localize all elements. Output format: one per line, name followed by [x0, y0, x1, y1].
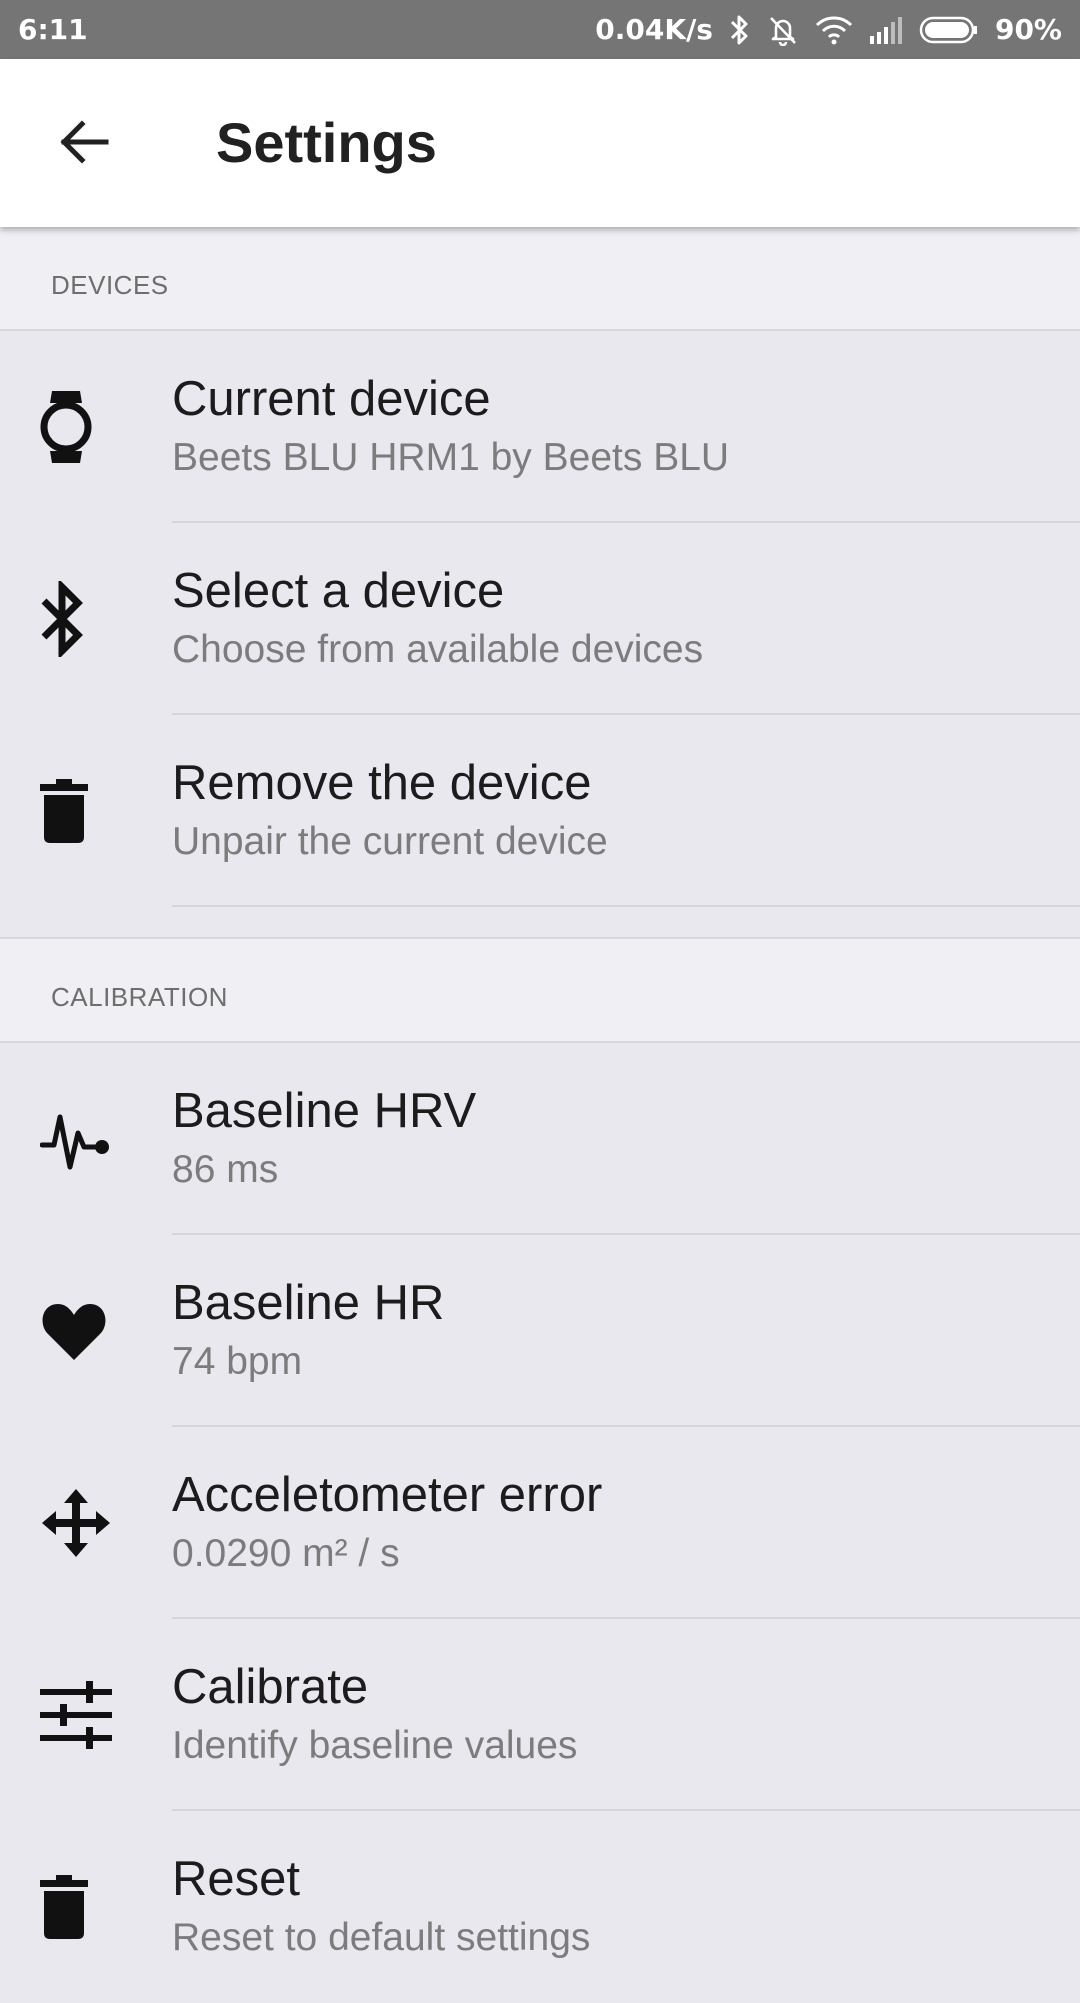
setting-remove-device[interactable]: Remove the device Unpair the current dev… — [0, 715, 1080, 907]
setting-reset[interactable]: Reset Reset to default settings — [0, 1811, 1080, 2003]
section-header-calibration: CALIBRATION — [0, 939, 1080, 1043]
settings-list: DEVICES Current device Beets BLU HRM1 by… — [0, 227, 1080, 2003]
setting-calibrate[interactable]: Calibrate Identify baseline values — [0, 1619, 1080, 1811]
setting-label: Baseline HR — [172, 1276, 445, 1330]
status-time: 6:11 — [18, 13, 88, 46]
setting-current-device[interactable]: Current device Beets BLU HRM1 by Beets B… — [0, 331, 1080, 523]
page-title: Settings — [216, 111, 437, 174]
status-bar: 6:11 0.04K/s 90% — [0, 0, 1080, 59]
wifi-icon — [815, 15, 853, 45]
setting-label: Calibrate — [172, 1660, 369, 1714]
setting-summary: 0.0290 m² / s — [172, 1532, 400, 1575]
setting-label: Remove the device — [172, 756, 592, 810]
pulse-icon — [40, 1099, 120, 1179]
bluetooth-icon — [40, 579, 120, 659]
setting-accelerometer-error[interactable]: Acceletometer error 0.0290 m² / s — [0, 1427, 1080, 1619]
app-bar: Settings — [0, 59, 1080, 227]
divider — [172, 905, 1080, 907]
trash-icon — [40, 771, 120, 851]
setting-summary: 74 bpm — [172, 1340, 303, 1383]
setting-summary: Unpair the current device — [172, 820, 608, 863]
section-header-devices: DEVICES — [0, 227, 1080, 331]
status-icons: 0.04K/s 90% — [595, 13, 1062, 46]
trash-icon — [40, 1867, 120, 1947]
setting-summary: Beets BLU HRM1 by Beets BLU — [172, 436, 730, 479]
setting-summary: Identify baseline values — [172, 1724, 578, 1767]
setting-label: Reset — [172, 1852, 301, 1906]
setting-summary: Reset to default settings — [172, 1916, 591, 1959]
bell-off-icon — [767, 14, 799, 46]
setting-baseline-hrv[interactable]: Baseline HRV 86 ms — [0, 1043, 1080, 1235]
battery-percent: 90% — [994, 13, 1062, 46]
setting-label: Select a device — [172, 564, 505, 618]
setting-label: Acceletometer error — [172, 1468, 603, 1522]
network-speed: 0.04K/s — [595, 13, 713, 46]
move-arrows-icon — [40, 1483, 120, 1563]
setting-select-device[interactable]: Select a device Choose from available de… — [0, 523, 1080, 715]
back-button[interactable] — [40, 101, 126, 187]
setting-baseline-hr[interactable]: Baseline HR 74 bpm — [0, 1235, 1080, 1427]
arrow-back-icon — [56, 118, 110, 171]
battery-icon — [919, 16, 979, 44]
heart-icon — [40, 1291, 120, 1371]
setting-summary: Choose from available devices — [172, 628, 704, 671]
setting-summary: 86 ms — [172, 1148, 279, 1191]
watch-icon — [40, 387, 120, 467]
sliders-icon — [40, 1675, 120, 1755]
setting-label: Baseline HRV — [172, 1084, 477, 1138]
bluetooth-icon — [729, 14, 751, 46]
setting-label: Current device — [172, 372, 491, 426]
signal-icon — [869, 16, 903, 44]
